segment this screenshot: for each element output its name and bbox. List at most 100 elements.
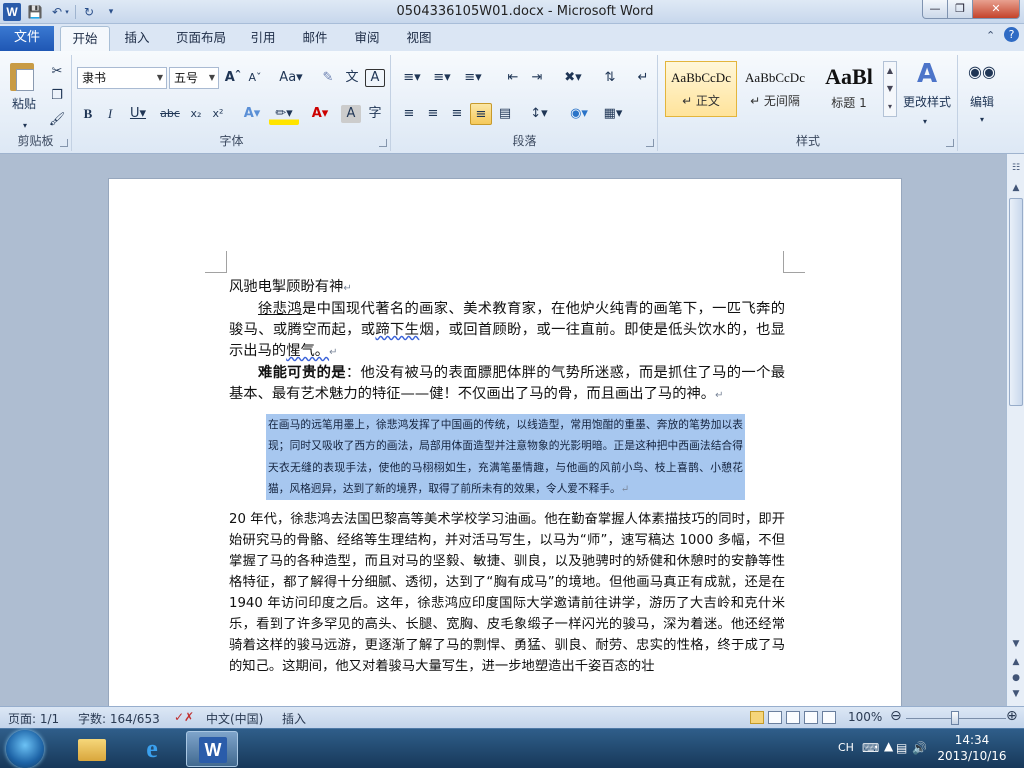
styles-scroll-icon[interactable]: ▲ ▼ ▾ bbox=[883, 61, 897, 117]
bullets-icon[interactable]: ≡▾ bbox=[398, 67, 426, 89]
line-spacing-icon[interactable]: ↕▾ bbox=[524, 103, 554, 125]
scroll-thumb[interactable] bbox=[1009, 198, 1023, 406]
clear-formatting-icon[interactable]: ✎ bbox=[317, 67, 339, 89]
paste-button[interactable]: 粘贴 bbox=[4, 93, 44, 115]
superscript-icon[interactable]: x² bbox=[207, 103, 229, 125]
copy-icon[interactable]: ❐ bbox=[46, 85, 68, 107]
shrink-font-icon[interactable]: Aˇ bbox=[245, 67, 265, 89]
tab-file[interactable]: 文件 bbox=[0, 26, 54, 51]
font-name-dropdown-icon[interactable]: ▼ bbox=[157, 68, 163, 88]
format-painter-icon[interactable]: 🖌 bbox=[46, 109, 68, 131]
style-normal[interactable]: AaBbCcDc ↵ 正文 bbox=[665, 61, 737, 117]
character-shading-icon[interactable]: A bbox=[341, 105, 361, 123]
distributed-icon[interactable]: ▤ bbox=[494, 103, 516, 125]
change-styles-icon[interactable]: A bbox=[907, 59, 947, 89]
redo-icon[interactable]: ↻ bbox=[80, 3, 98, 21]
next-page-icon[interactable]: ▼ bbox=[1008, 686, 1024, 702]
keyboard-icon[interactable]: ⌨ bbox=[862, 741, 879, 755]
document-body[interactable]: 风驰电掣顾盼有神↵ 徐悲鸿是中国现代著名的画家、美术教育家，在他炉火纯青的画笔下… bbox=[229, 277, 785, 677]
find-binoculars-icon[interactable]: ◉◉ bbox=[968, 61, 996, 83]
selected-quote-paragraph[interactable]: 在画马的远笔用墨上，徐悲鸿发挥了中国画的传统，以线造型，常用饱酣的重墨、奔放的笔… bbox=[266, 414, 745, 501]
web-layout-icon[interactable] bbox=[786, 711, 800, 724]
paste-icon[interactable] bbox=[8, 59, 38, 93]
tab-view[interactable]: 视图 bbox=[398, 26, 440, 51]
font-color-icon[interactable]: A▾ bbox=[305, 103, 335, 125]
previous-page-icon[interactable]: ▲ bbox=[1008, 654, 1024, 670]
save-icon[interactable]: 💾 bbox=[26, 3, 44, 21]
tab-references[interactable]: 引用 bbox=[242, 26, 284, 51]
align-right-icon[interactable]: ≡ bbox=[446, 103, 468, 125]
draft-icon[interactable] bbox=[822, 711, 836, 724]
word-taskbar-icon[interactable]: W bbox=[186, 731, 238, 767]
tab-home[interactable]: 开始 bbox=[60, 26, 110, 51]
enclose-characters-icon[interactable]: 字 bbox=[365, 103, 385, 125]
underline-icon[interactable]: U▾ bbox=[123, 103, 153, 125]
start-button[interactable] bbox=[6, 730, 44, 768]
numbering-icon[interactable]: ≡▾ bbox=[428, 67, 456, 89]
zoom-out-icon[interactable]: ⊖ bbox=[890, 708, 902, 724]
internet-explorer-icon[interactable]: e bbox=[126, 731, 178, 767]
paragraph-launcher-icon[interactable] bbox=[646, 139, 654, 147]
vertical-scrollbar[interactable]: ☷ ▲ ▼ ▲ ● ▼ bbox=[1006, 154, 1024, 706]
decrease-indent-icon[interactable]: ⇤ bbox=[502, 67, 524, 89]
undo-dropdown-icon[interactable]: ▾ bbox=[62, 3, 72, 21]
explorer-icon[interactable] bbox=[66, 731, 118, 767]
document-page[interactable]: 风驰电掣顾盼有神↵ 徐悲鸿是中国现代著名的画家、美术教育家，在他炉火纯青的画笔下… bbox=[108, 178, 902, 738]
proofing-icon[interactable]: ✓✗ bbox=[174, 710, 194, 724]
print-layout-icon[interactable] bbox=[750, 711, 764, 724]
show-marks-icon[interactable]: ↵ bbox=[632, 67, 654, 89]
borders-icon[interactable]: ▦▾ bbox=[598, 103, 628, 125]
customize-qat-icon[interactable]: ▾ bbox=[102, 3, 120, 21]
font-launcher-icon[interactable] bbox=[379, 139, 387, 147]
volume-icon[interactable]: 🔊 bbox=[912, 741, 927, 755]
tab-insert[interactable]: 插入 bbox=[116, 26, 158, 51]
zoom-level[interactable]: 100% bbox=[848, 710, 882, 724]
network-icon[interactable]: ▤ bbox=[896, 741, 907, 755]
maximize-button[interactable]: ❐ bbox=[947, 0, 973, 19]
sort-icon[interactable]: ⇅ bbox=[598, 67, 622, 89]
select-browse-object-icon[interactable]: ● bbox=[1008, 670, 1024, 686]
change-styles-button[interactable]: 更改样式 bbox=[899, 91, 955, 113]
tab-mailings[interactable]: 邮件 bbox=[294, 26, 336, 51]
tab-review[interactable]: 审阅 bbox=[346, 26, 388, 51]
close-button[interactable]: ✕ bbox=[972, 0, 1020, 19]
clipboard-launcher-icon[interactable] bbox=[60, 139, 68, 147]
increase-indent-icon[interactable]: ⇥ bbox=[526, 67, 548, 89]
italic-icon[interactable]: I bbox=[99, 103, 121, 125]
align-left-icon[interactable]: ≡ bbox=[398, 103, 420, 125]
cut-icon[interactable]: ✂ bbox=[46, 61, 68, 83]
editing-dropdown-icon[interactable]: ▾ bbox=[972, 109, 992, 131]
justify-icon[interactable]: ≡ bbox=[470, 103, 492, 125]
help-icon[interactable]: ? bbox=[1004, 27, 1019, 42]
scroll-up-icon[interactable]: ▲ bbox=[1008, 180, 1024, 196]
change-styles-dropdown-icon[interactable]: ▾ bbox=[915, 111, 935, 133]
change-case-icon[interactable]: Aa▾ bbox=[277, 67, 305, 89]
highlight-icon[interactable]: ✏▾ bbox=[269, 103, 299, 125]
minimize-button[interactable]: — bbox=[922, 0, 948, 19]
character-border-icon[interactable]: A bbox=[365, 69, 385, 87]
ruler-toggle-icon[interactable]: ☷ bbox=[1008, 160, 1024, 176]
text-effects-icon[interactable]: A▾ bbox=[237, 103, 267, 125]
phonetic-guide-icon[interactable]: 文 bbox=[341, 67, 363, 89]
word-count[interactable]: 字数: 164/653 bbox=[78, 710, 160, 727]
strikethrough-icon[interactable]: abc bbox=[157, 103, 183, 125]
tray-expand-icon[interactable]: ▲ bbox=[884, 739, 893, 753]
subscript-icon[interactable]: x₂ bbox=[185, 103, 207, 125]
font-size-combo[interactable]: 五号 ▼ bbox=[169, 67, 219, 89]
page-count[interactable]: 页面: 1/1 bbox=[8, 710, 59, 727]
style-heading1[interactable]: AaBl 标题 1 bbox=[813, 61, 885, 117]
full-screen-reading-icon[interactable] bbox=[768, 711, 782, 724]
styles-launcher-icon[interactable] bbox=[946, 139, 954, 147]
grow-font-icon[interactable]: Aˆ bbox=[223, 67, 243, 89]
minimize-ribbon-icon[interactable]: ⌃ bbox=[986, 29, 995, 42]
zoom-in-icon[interactable]: ⊕ bbox=[1006, 708, 1018, 724]
tab-page-layout[interactable]: 页面布局 bbox=[168, 26, 234, 51]
insert-mode[interactable]: 插入 bbox=[282, 710, 306, 727]
zoom-slider-thumb[interactable] bbox=[951, 711, 959, 725]
word-app-icon[interactable]: W bbox=[3, 3, 21, 21]
language-indicator[interactable]: 中文(中国) bbox=[206, 710, 263, 727]
font-name-combo[interactable]: 隶书 ▼ bbox=[77, 67, 167, 89]
align-center-icon[interactable]: ≡ bbox=[422, 103, 444, 125]
font-size-dropdown-icon[interactable]: ▼ bbox=[209, 68, 215, 88]
multilevel-list-icon[interactable]: ≡▾ bbox=[458, 67, 488, 89]
